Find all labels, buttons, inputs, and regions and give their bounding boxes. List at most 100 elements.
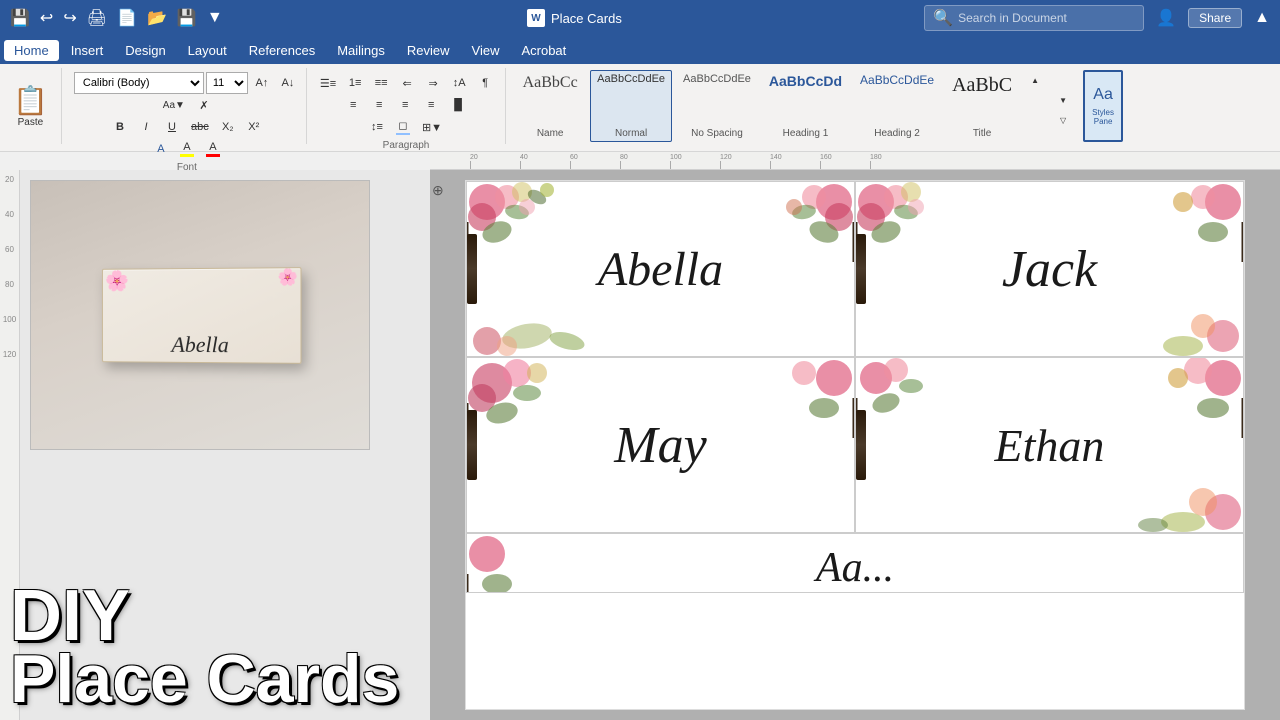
search-input[interactable] [958,11,1135,25]
font-shrink-button[interactable]: A↓ [276,72,300,94]
multilevel-button[interactable]: ≡≡ [369,72,393,94]
style-heading1[interactable]: AaBbCcDd Heading 1 [762,70,849,142]
style-heading2[interactable]: AaBbCcDdEe Heading 2 [853,70,941,142]
font-color-button[interactable]: A [201,138,225,160]
bullets-button[interactable]: ☰≡ [315,72,341,94]
style-title[interactable]: AaBbC Title [945,70,1019,142]
menu-layout[interactable]: Layout [178,40,237,61]
style-title-preview: AaBbC [952,73,1012,97]
text-effects-button[interactable]: A [149,138,173,160]
menu-view[interactable]: View [462,40,510,61]
italic-button[interactable]: I [134,116,158,138]
card-name-may[interactable]: May [614,416,706,475]
place-card-ethan[interactable]: Ethan [855,357,1244,533]
menu-design[interactable]: Design [115,40,175,61]
menu-acrobat[interactable]: Acrobat [511,40,576,61]
paste-button[interactable]: 📋 Paste [8,81,53,131]
place-card-partial: Aa... [466,533,1244,593]
place-card-thumbnail: 🌸 🌸 Abella [102,267,302,364]
card-name-abella[interactable]: Abella [598,242,723,297]
left-panel: 20 40 60 80 100 120 🌸 🌸 Abella [0,170,430,720]
menu-home[interactable]: Home [4,40,59,61]
font-grow-button[interactable]: A↑ [250,72,274,94]
highlight-button[interactable]: A [175,138,199,160]
align-right-button[interactable]: ≡ [393,94,417,116]
para-row1: ☰≡ 1≡ ≡≡ ⇐ ⇒ ↕A ¶ [315,72,497,94]
style-name[interactable]: AaBbCc Name [514,70,586,142]
font-family-select[interactable]: Calibri (Body) [74,72,204,94]
print-icon[interactable]: 🖨 [85,6,109,30]
styles-scroll-controls: ▼ ▽ [1051,90,1075,130]
sort-button[interactable]: ↕A [447,72,471,94]
redo-icon[interactable]: ↪ [61,6,78,30]
font-size-select[interactable]: 11 [206,72,248,94]
menu-insert[interactable]: Insert [61,40,114,61]
share-button[interactable]: Share [1188,8,1242,28]
undo-icon[interactable]: ↩ [38,6,55,30]
increase-indent-button[interactable]: ⇒ [421,72,445,94]
show-marks-button[interactable]: ¶ [473,72,497,94]
card-name-ethan[interactable]: Ethan [995,419,1105,472]
shading-button[interactable]: ◻ [391,116,415,138]
feather-left-2 [856,234,866,304]
overlay-diy: DIY [10,584,420,649]
style-no-spacing-label: No Spacing [691,128,743,139]
card-name-jack[interactable]: Jack [1002,240,1097,299]
menu-references[interactable]: References [239,40,325,61]
superscript-button[interactable]: X² [242,116,266,138]
save-icon[interactable]: 💾 [8,6,32,30]
clear-format-button[interactable]: ✗ [192,94,216,116]
place-card-may[interactable]: May [466,357,855,533]
feather-left-4 [856,410,866,480]
chevron-icon[interactable]: ▲ [1252,7,1272,29]
font-group: Calibri (Body) 11 A↑ A↓ Aa▼ ✗ B I U abc … [74,68,307,144]
strikethrough-button[interactable]: abc [186,116,214,138]
styles-more[interactable]: ▽ [1051,110,1075,130]
cards-grid: Abella [465,180,1245,710]
expand-icon[interactable]: ⊕ [432,182,444,199]
thumbnail-container: 🌸 🌸 Abella [30,180,370,450]
overlay-text: DIY Place Cards [0,564,430,720]
underline-button[interactable]: U [160,116,184,138]
ruler-100: 100 [670,154,690,169]
style-no-spacing[interactable]: AaBbCcDdEe No Spacing [676,70,758,142]
align-center-button[interactable]: ≡ [367,94,391,116]
new-icon[interactable]: 📄 [115,6,139,30]
subscript-button[interactable]: X₂ [216,116,240,138]
styles-pane-button[interactable]: Aa Styles Pane [1083,70,1123,142]
ruler-marks: 20 40 60 80 100 120 140 160 180 [430,152,1280,169]
borders-button[interactable]: ⊞▼ [417,116,447,138]
place-card-abella[interactable]: Abella [466,181,855,357]
justify-button[interactable]: ≡ [419,94,443,116]
style-normal-preview: AaBbCcDdEe [597,73,665,86]
search-icon: 🔍 [933,8,953,28]
align-left-button[interactable]: ≡ [341,94,365,116]
customize-icon[interactable]: ▼ [205,7,225,29]
numbering-button[interactable]: 1≡ [343,72,367,94]
styles-scroll-up[interactable]: ▲ [1023,70,1047,90]
bold-button[interactable]: B [108,116,132,138]
place-card-jack[interactable]: Jack [855,181,1244,357]
document-area[interactable]: ⊕ [430,170,1280,720]
paste-icon: 📋 [13,84,48,117]
decrease-indent-button[interactable]: ⇐ [395,72,419,94]
change-case-button[interactable]: Aa▼ [158,94,190,116]
styles-scroll-down[interactable]: ▼ [1051,90,1075,110]
font-row3: B I U abc X₂ X² [108,116,266,138]
style-normal[interactable]: AaBbCcDdEe Normal [590,70,672,142]
search-box[interactable]: 🔍 [924,5,1144,31]
main-area: 20 40 60 80 100 120 🌸 🌸 Abella [0,170,1280,720]
open-icon[interactable]: 📂 [145,6,169,30]
menu-mailings[interactable]: Mailings [327,40,395,61]
columns-button[interactable]: ▐▌ [445,94,471,116]
floral-tr-1 [734,182,854,272]
floral-bl-1 [467,286,607,356]
account-icon[interactable]: 👤 [1154,6,1178,30]
horizontal-ruler: 20 40 60 80 100 120 140 160 180 [430,152,1280,170]
title-bar: 💾 ↩ ↪ 🖨 📄 📂 💾 ▼ W Place Cards 🔍 👤 Share … [0,0,1280,36]
word-icon: W [527,9,545,27]
menu-review[interactable]: Review [397,40,460,61]
line-spacing-button[interactable]: ↕≡ [365,116,389,138]
save2-icon[interactable]: 💾 [175,6,199,30]
para-row3: ↕≡ ◻ ⊞▼ [365,116,447,138]
